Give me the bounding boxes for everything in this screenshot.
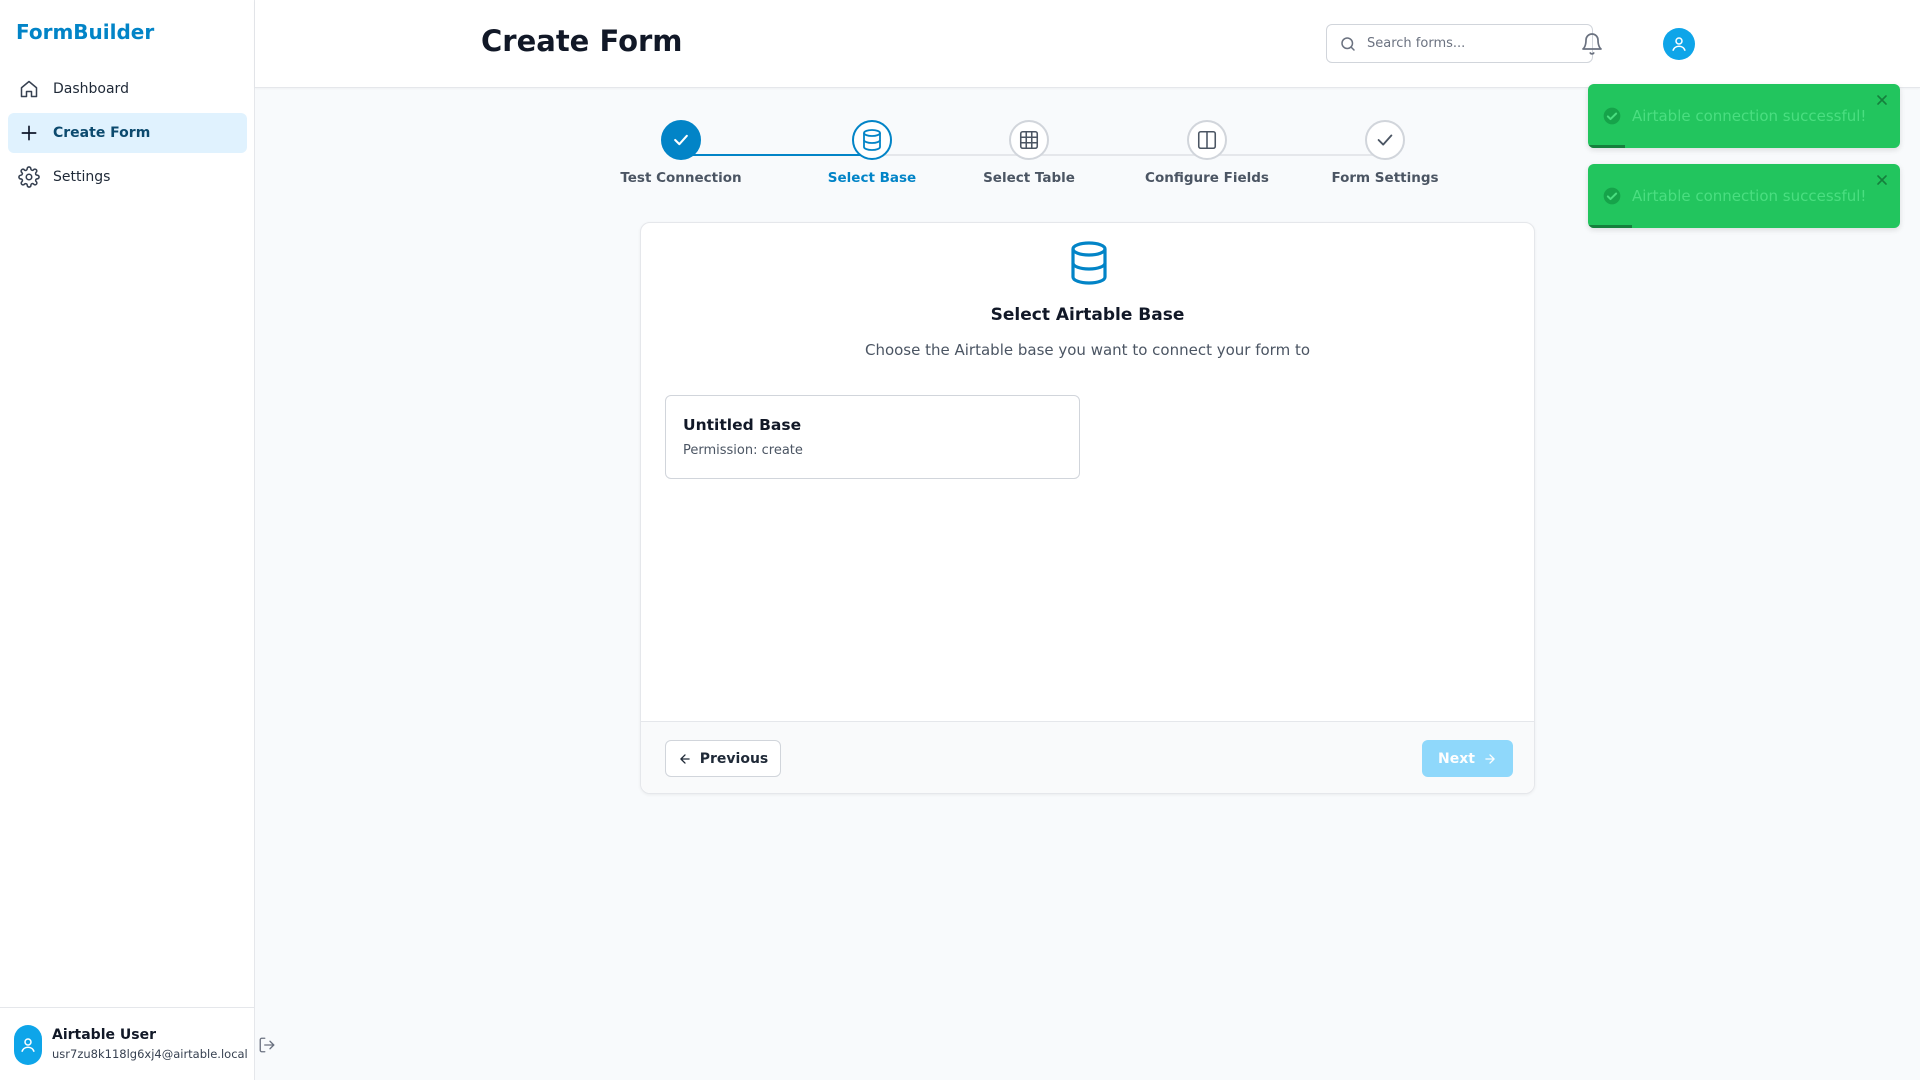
search-input[interactable] [1367,25,1587,62]
base-name: Untitled Base [683,416,802,434]
toast-notification: Airtable connection successful! [1588,84,1900,148]
sidebar-item-label: Settings [53,169,111,185]
step-circle [852,120,892,160]
check-icon [1377,134,1393,146]
check-circle-icon [1602,106,1622,126]
close-icon[interactable] [1874,172,1890,188]
previous-label: Previous [699,750,769,767]
avatar[interactable] [14,1025,42,1065]
toast-progress-bar [1588,225,1632,228]
step-circle [1365,120,1405,160]
columns-icon [1197,130,1217,150]
next-label: Next [1438,750,1475,767]
top-header: Create Form [255,0,1920,88]
card-footer: Previous Next [641,721,1534,793]
step-label: Configure Fields [1145,170,1269,186]
brand-logo[interactable]: FormBuilder [16,20,154,44]
step-label: Select Table [983,170,1075,186]
user-email: usr7zu8k118lg6xj4@airtable.local [52,1047,248,1061]
user-name: Airtable User [52,1027,156,1043]
search-icon [1339,35,1357,57]
check-circle-icon [1602,186,1622,206]
logout-icon [259,1037,275,1053]
step-select-base[interactable]: Select Base [822,120,922,186]
progress-stepper: Test Connection Select Base Select Table… [620,120,1439,190]
user-profile: Airtable User usr7zu8k118lg6xj4@airtable… [0,1007,255,1080]
plus-icon [17,121,41,145]
sidebar-item-dashboard[interactable]: Dashboard [8,69,247,109]
step-test-connection[interactable]: Test Connection [620,120,742,186]
step-form-settings[interactable]: Form Settings [1320,120,1450,186]
card-subtitle: Choose the Airtable base you want to con… [864,341,1311,359]
close-icon[interactable] [1874,92,1890,108]
database-icon [863,129,881,151]
toast-message: Airtable connection successful! [1632,107,1867,125]
step-circle [1009,120,1049,160]
sidebar-item-settings[interactable]: Settings [8,157,247,197]
step-configure-fields[interactable]: Configure Fields [1137,120,1277,186]
bell-icon [1582,33,1602,55]
sidebar-item-label: Create Form [53,125,151,141]
user-icon [1672,37,1686,51]
toast-progress-bar [1588,145,1626,148]
sidebar-nav: Dashboard Create Form Settings [8,69,247,201]
next-button[interactable]: Next [1422,740,1513,777]
step-select-table[interactable]: Select Table [974,120,1084,186]
gear-icon [17,165,41,189]
step-circle [661,120,701,160]
page-title: Create Form [481,24,683,58]
step-circle [1187,120,1227,160]
card-title: Select Airtable Base [990,305,1185,325]
database-icon [1065,239,1113,287]
select-base-card: Select Airtable Base Choose the Airtable… [640,222,1535,794]
notifications-button[interactable] [1580,32,1604,56]
step-connector [864,154,1394,156]
header-avatar[interactable] [1663,28,1695,60]
base-permission: Permission: create [683,443,803,458]
arrow-left-icon [680,753,690,764]
home-icon [17,77,41,101]
sidebar-item-label: Dashboard [53,81,129,97]
toast-message: Airtable connection successful! [1632,187,1867,205]
base-option-untitled-base[interactable]: Untitled Base Permission: create [665,395,1080,479]
sidebar: FormBuilder Dashboard Create Form Settin… [0,0,255,1080]
user-icon [21,1038,35,1052]
check-icon [674,134,688,146]
search-box[interactable] [1326,24,1593,63]
table-icon [1019,130,1039,150]
toast-notification: Airtable connection successful! [1588,164,1900,228]
logout-button[interactable] [256,1034,278,1056]
step-label: Select Base [827,170,917,186]
previous-button[interactable]: Previous [665,740,781,777]
step-label: Form Settings [1331,170,1439,186]
step-label: Test Connection [620,170,742,186]
arrow-right-icon [1485,753,1495,764]
sidebar-item-create-form[interactable]: Create Form [8,113,247,153]
